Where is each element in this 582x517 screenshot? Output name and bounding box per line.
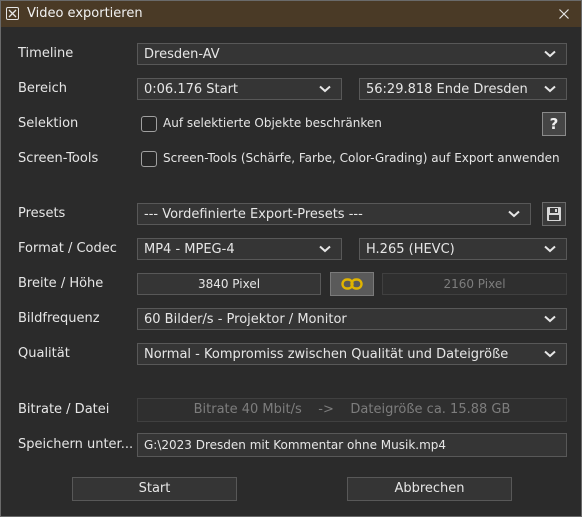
framerate-value: 60 Bilder/s - Projektor / Monitor [144, 312, 347, 327]
format-codec-label: Format / Codec [18, 241, 117, 256]
bitrate-file-label: Bitrate / Datei [18, 402, 110, 417]
chain-link-icon [341, 278, 363, 290]
cancel-button[interactable]: Abbrechen [347, 477, 512, 501]
range-start-value: 0:06.176 Start [144, 82, 239, 97]
range-end-value: 56:29.818 Ende Dresden [366, 82, 528, 97]
timeline-value: Dresden-AV [144, 47, 220, 62]
aspect-lock-button[interactable] [330, 272, 374, 296]
width-input[interactable]: 3840 Pixel [137, 273, 321, 295]
chevron-down-icon [508, 210, 520, 218]
format-dropdown[interactable]: MP4 - MPEG-4 [137, 238, 342, 260]
height-input[interactable]: 2160 Pixel [382, 273, 567, 295]
chevron-down-icon [319, 85, 331, 93]
bitrate-display: Bitrate 40 Mbit/s -> Dateigröße ca. 15.8… [137, 398, 567, 422]
save-path-input[interactable]: G:\2023 Dresden mit Kommentar ohne Musik… [137, 433, 567, 457]
save-path-value: G:\2023 Dresden mit Kommentar ohne Musik… [144, 438, 447, 452]
selection-checkbox-label: Auf selektierte Objekte beschränken [163, 116, 382, 130]
help-button[interactable]: ? [542, 112, 566, 136]
width-value: 3840 Pixel [197, 277, 261, 291]
chevron-down-icon [544, 350, 556, 358]
presets-value: --- Vordefinierte Export-Presets --- [144, 207, 363, 222]
timeline-label: Timeline [18, 46, 74, 61]
screen-tools-label: Screen-Tools [18, 151, 99, 166]
start-button[interactable]: Start [72, 477, 237, 501]
quality-label: Qualität [18, 346, 70, 361]
codec-value: H.265 (HEVC) [366, 242, 455, 257]
chevron-down-icon [544, 315, 556, 323]
screen-tools-checkbox-label: Screen-Tools (Schärfe, Farbe, Color-Grad… [163, 151, 560, 165]
codec-dropdown[interactable]: H.265 (HEVC) [359, 238, 567, 260]
bitrate-value: Bitrate 40 Mbit/s -> Dateigröße ca. 15.8… [193, 402, 511, 417]
save-preset-button[interactable] [542, 202, 566, 226]
chevron-down-icon [544, 50, 556, 58]
screen-tools-checkbox[interactable] [141, 151, 157, 167]
framerate-dropdown[interactable]: 60 Bilder/s - Projektor / Monitor [137, 308, 567, 330]
range-label: Bereich [18, 81, 67, 96]
quality-dropdown[interactable]: Normal - Kompromiss zwischen Qualität un… [137, 343, 567, 365]
chevron-down-icon [544, 85, 556, 93]
floppy-disk-icon [547, 207, 561, 221]
presets-label: Presets [18, 206, 66, 221]
framerate-label: Bildfrequenz [18, 311, 100, 326]
presets-dropdown[interactable]: --- Vordefinierte Export-Presets --- [137, 203, 531, 225]
chevron-down-icon [319, 245, 331, 253]
window-title: Video exportieren [27, 6, 143, 21]
height-value: 2160 Pixel [443, 277, 506, 291]
close-icon [559, 9, 569, 19]
export-dialog: Video exportieren Timeline Dresden-AV Be… [0, 0, 582, 517]
save-as-label: Speichern unter... [18, 437, 134, 452]
selection-label: Selektion [18, 116, 79, 131]
range-start-dropdown[interactable]: 0:06.176 Start [137, 78, 342, 100]
timeline-dropdown[interactable]: Dresden-AV [137, 43, 567, 65]
quality-value: Normal - Kompromiss zwischen Qualität un… [144, 347, 509, 362]
format-value: MP4 - MPEG-4 [144, 242, 235, 257]
title-bar: Video exportieren [1, 1, 581, 27]
width-height-label: Breite / Höhe [18, 276, 104, 291]
chevron-down-icon [544, 245, 556, 253]
close-button[interactable] [553, 5, 575, 23]
app-icon [6, 7, 19, 20]
range-end-dropdown[interactable]: 56:29.818 Ende Dresden [359, 78, 567, 100]
selection-checkbox[interactable] [141, 116, 157, 132]
